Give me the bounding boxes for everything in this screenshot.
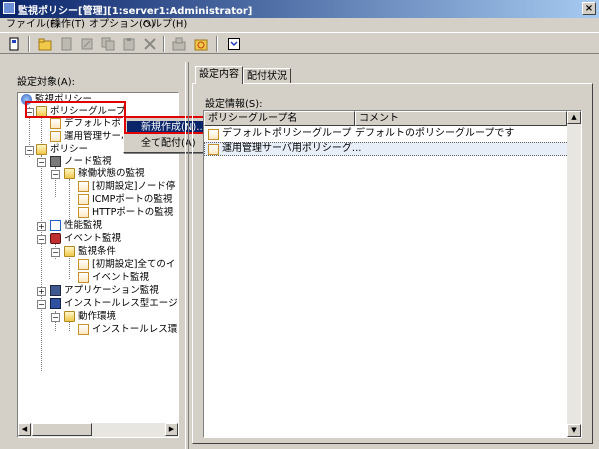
- paste-icon: [121, 36, 137, 52]
- document-icon: [50, 118, 61, 129]
- window-title: 監視ポリシー[管理][1:server1:Administrator]: [18, 6, 253, 17]
- globe-icon: [21, 94, 32, 105]
- document-icon: [78, 194, 89, 205]
- collapse-icon[interactable]: −: [25, 146, 34, 155]
- close-button[interactable]: ×: [582, 2, 596, 15]
- settings-target-label: 設定対象(A):: [17, 77, 76, 88]
- agentless-icon: [50, 298, 61, 309]
- pane-splitter[interactable]: [185, 62, 189, 449]
- collapse-icon[interactable]: −: [25, 108, 34, 117]
- collapse-icon[interactable]: −: [51, 248, 60, 257]
- title-bar: 監視ポリシー[管理][1:server1:Administrator] ×: [0, 0, 599, 18]
- delete-icon: [142, 36, 158, 52]
- scroll-up-icon[interactable]: ▲: [567, 111, 581, 124]
- properties-icon[interactable]: [6, 36, 22, 52]
- table-row[interactable]: デフォルトポリシーグループ デフォルトのポリシーグループです: [204, 127, 581, 141]
- chart-icon: [50, 220, 61, 231]
- application-icon: [50, 285, 61, 296]
- policy-group-list[interactable]: ポリシーグループ名 コメント デフォルトポリシーグループ デフォルトのポリシーグ…: [203, 110, 582, 438]
- column-header-comment[interactable]: コメント: [355, 111, 567, 126]
- tab-distribution[interactable]: 配付状況: [243, 68, 291, 84]
- collapse-icon[interactable]: −: [37, 235, 46, 244]
- expand-icon[interactable]: +: [37, 287, 46, 296]
- folder-icon: [64, 168, 75, 179]
- settings-info-label: 設定情報(S):: [205, 99, 263, 110]
- expand-icon[interactable]: [226, 36, 242, 52]
- tree-hscrollbar[interactable]: ◀ ▶: [18, 423, 178, 437]
- collapse-icon[interactable]: −: [51, 170, 60, 179]
- table-row[interactable]: 運用管理サーバ用ポリシーグ...: [204, 142, 581, 156]
- menu-bar: ファイル(F) 操作(T) オプション(O) ヘルプ(H): [0, 18, 599, 32]
- folder-icon: [64, 311, 75, 322]
- toolbar: [0, 32, 599, 54]
- refresh-icon[interactable]: [193, 36, 209, 52]
- document-icon: [78, 181, 89, 192]
- event-icon: [50, 233, 61, 244]
- document-icon: [208, 144, 219, 155]
- copy-icon: [100, 36, 116, 52]
- document-icon: [78, 324, 89, 335]
- menu-operation[interactable]: 操作(T): [51, 18, 85, 32]
- folder-icon: [64, 246, 75, 257]
- app-icon: [3, 2, 15, 14]
- new-document-icon: [58, 36, 74, 52]
- scroll-right-icon[interactable]: ▶: [165, 423, 178, 436]
- node-icon: [50, 156, 61, 167]
- document-icon: [208, 129, 219, 140]
- collapse-icon[interactable]: −: [37, 300, 46, 309]
- document-icon: [78, 207, 89, 218]
- document-icon: [50, 131, 61, 142]
- scroll-left-icon[interactable]: ◀: [18, 423, 31, 436]
- tab-settings[interactable]: 設定内容: [195, 66, 243, 84]
- document-icon: [78, 272, 89, 283]
- distribute-icon: [171, 36, 187, 52]
- new-folder-icon[interactable]: [37, 36, 53, 52]
- menu-help[interactable]: ヘルプ(H): [142, 18, 187, 32]
- expand-icon[interactable]: +: [37, 222, 46, 231]
- scroll-thumb[interactable]: [32, 423, 92, 436]
- list-vscrollbar[interactable]: ▲ ▼: [567, 111, 581, 437]
- collapse-icon[interactable]: −: [37, 158, 46, 167]
- column-header-name[interactable]: ポリシーグループ名: [204, 111, 355, 126]
- folder-icon: [36, 144, 47, 155]
- folder-icon: [36, 106, 47, 117]
- edit-icon: [79, 36, 95, 52]
- scroll-down-icon[interactable]: ▼: [567, 424, 581, 437]
- document-icon: [78, 259, 89, 270]
- collapse-icon[interactable]: −: [51, 313, 60, 322]
